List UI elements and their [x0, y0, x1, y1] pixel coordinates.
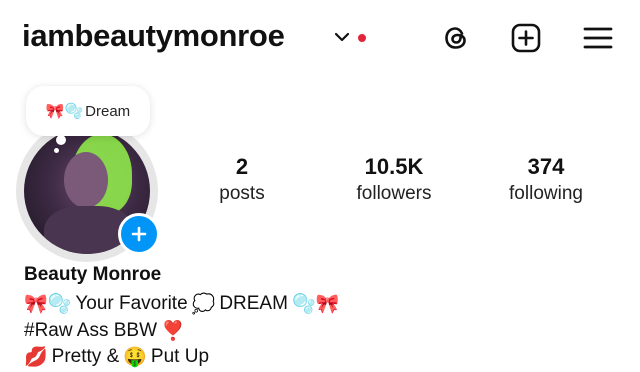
- bio-lips-emoji: 💋: [24, 347, 48, 368]
- bio-money-face-emoji: 🤑: [123, 347, 147, 368]
- bio-heart-emoji: ❣️: [161, 321, 185, 342]
- bio-line3-text2: Put Up: [150, 346, 210, 367]
- following-count[interactable]: 374 following: [496, 154, 596, 206]
- bio-line-2: #Raw Ass BBW ❣️: [24, 319, 584, 343]
- note-emojis: 🎀🫧: [45, 103, 84, 120]
- note-text: Dream: [85, 102, 131, 120]
- bio-line-3: 💋 Pretty & 🤑 Put Up: [24, 345, 584, 369]
- notification-dot: [358, 34, 366, 42]
- threads-icon[interactable]: [440, 22, 472, 54]
- note-bubble-tail-small: [54, 148, 59, 153]
- followers-count[interactable]: 10.5K followers: [340, 154, 448, 206]
- profile-header: iambeautymonroe: [0, 0, 640, 78]
- bio-line1-word: DREAM: [219, 293, 288, 314]
- chevron-down-icon[interactable]: [334, 30, 350, 44]
- following-count-label: following: [509, 183, 583, 204]
- posts-count-label: posts: [219, 183, 265, 204]
- avatar-face-shape: [64, 152, 108, 208]
- posts-count-value: 2: [235, 154, 249, 179]
- menu-icon[interactable]: [582, 22, 614, 54]
- profile-note-bubble[interactable]: 🎀🫧 Dream: [26, 86, 150, 153]
- bio-line-1: 🎀🫧 Your Favorite 💭 DREAM 🫧🎀: [24, 292, 584, 316]
- bio-line1-thought-emoji: 💭: [191, 294, 216, 315]
- followers-count-value: 10.5K: [364, 154, 424, 179]
- followers-count-label: followers: [356, 183, 432, 204]
- add-story-button[interactable]: [118, 213, 160, 255]
- bio-hashtag[interactable]: #Raw Ass BBW: [24, 320, 157, 342]
- bio-line1-suffix-emoji: 🫧🎀: [291, 294, 340, 315]
- following-count-value: 374: [527, 154, 565, 179]
- create-icon[interactable]: [510, 22, 542, 54]
- username-switcher[interactable]: iambeautymonroe: [22, 18, 285, 54]
- plus-icon: [131, 226, 147, 242]
- display-name: Beauty Monroe: [24, 264, 162, 285]
- note-bubble-tail: [56, 135, 66, 145]
- bio-line1-text: Your Favorite: [75, 293, 188, 314]
- bio-line3-text1: Pretty &: [51, 346, 120, 367]
- bio-line1-prefix-emoji: 🎀🫧: [24, 294, 72, 315]
- posts-count[interactable]: 2 posts: [200, 154, 284, 206]
